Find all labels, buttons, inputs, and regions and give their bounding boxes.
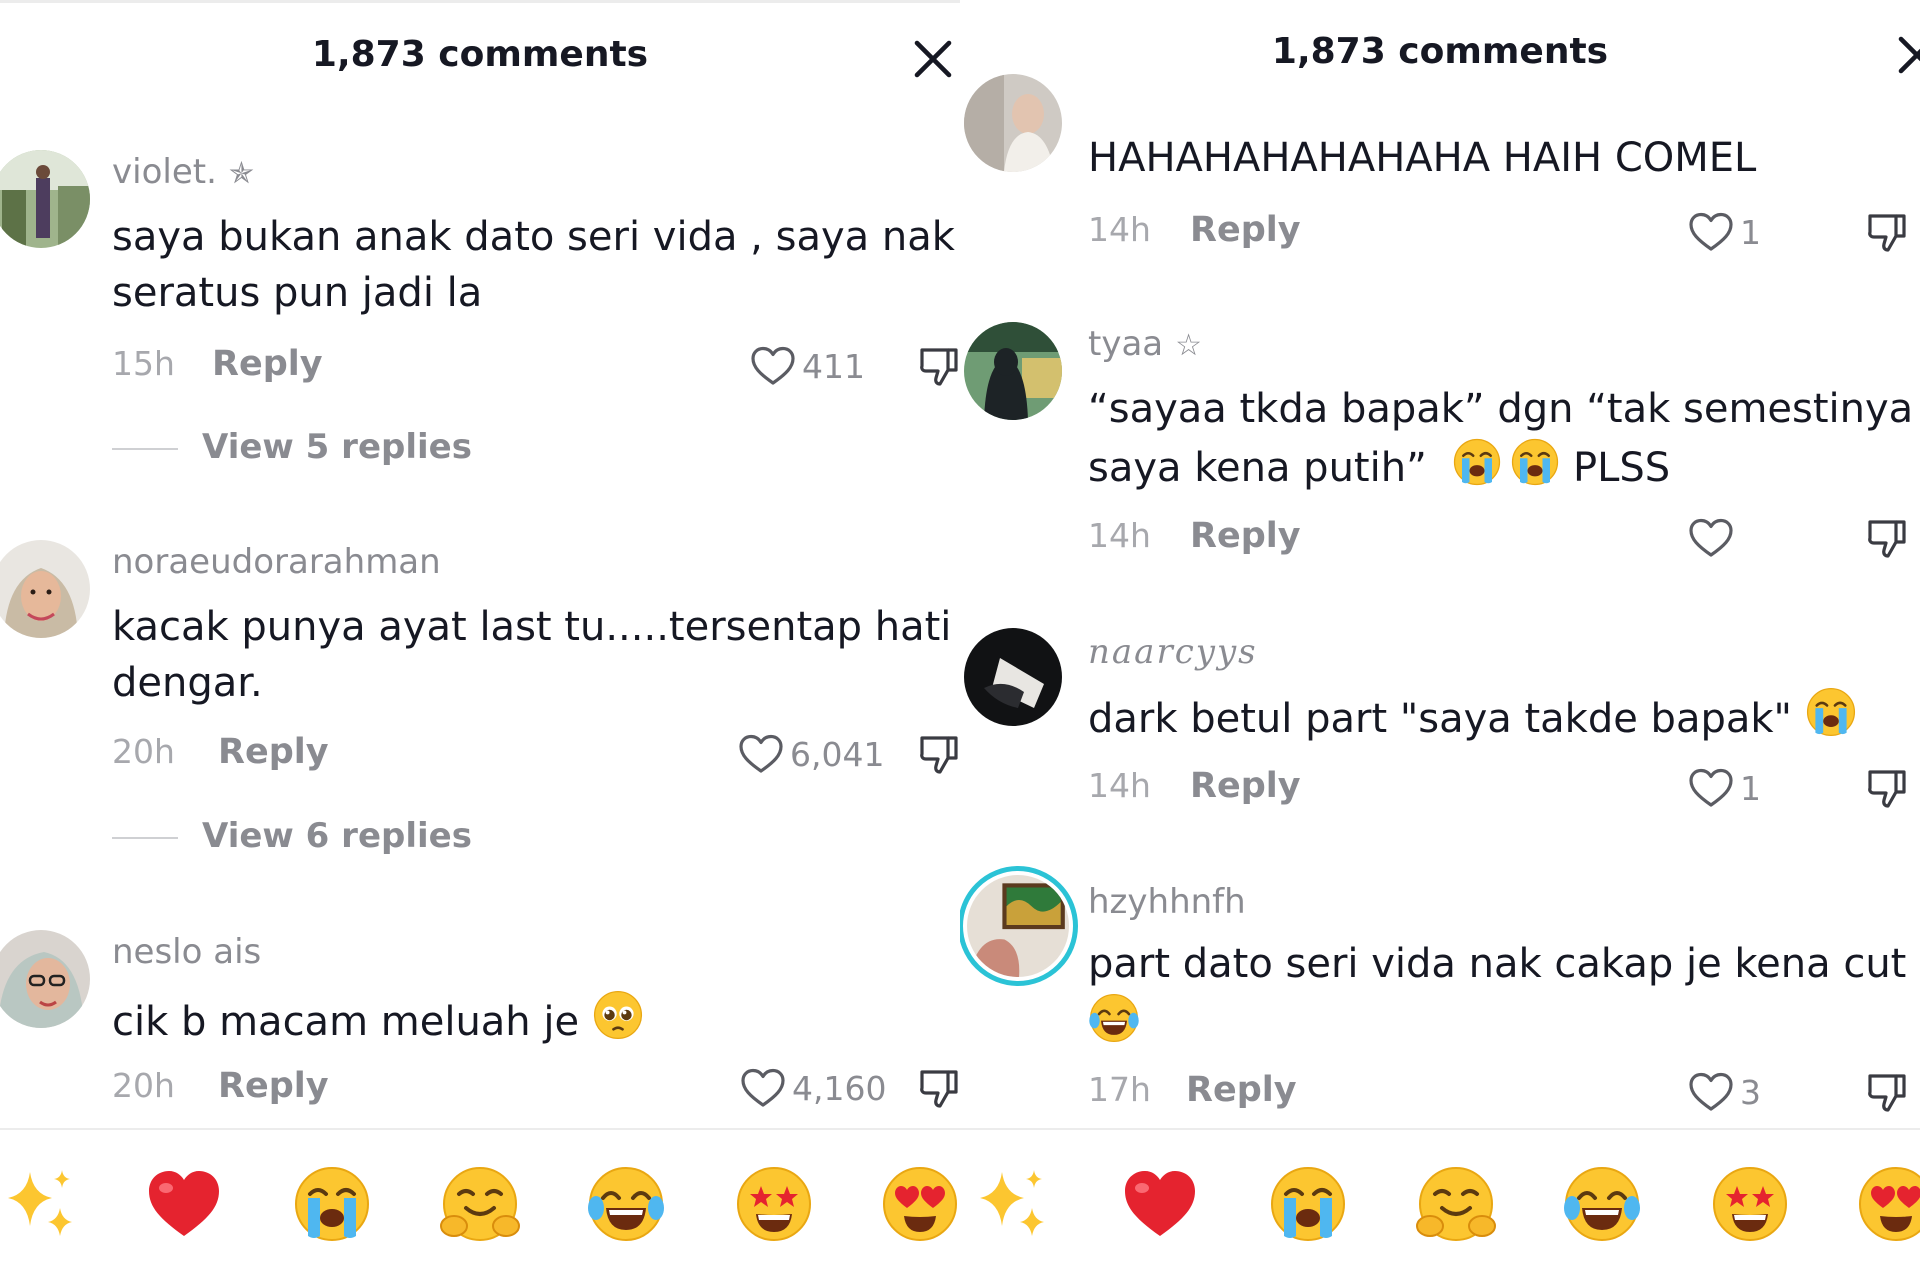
close-icon[interactable] [910,36,956,82]
comment-username[interactable]: noraeudorarahman [112,542,441,582]
dislike-icon[interactable] [1866,210,1908,254]
loudly-crying-face-icon[interactable] [292,1164,372,1244]
face-with-tears-of-joy-icon[interactable] [1562,1164,1642,1244]
loudly-crying-face-icon [1805,686,1857,738]
avatar[interactable] [0,150,90,248]
comment-meta: 20h Reply 6,041 [112,732,960,776]
reply-button[interactable]: Reply [1190,210,1301,250]
like-button[interactable]: 6,041 [738,732,884,776]
heart-icon [750,345,796,387]
comments-panel-left: 1,873 comments violet. ✯ saya bukan anak … [0,0,960,1280]
comment-text: kacak punya ayat last tu.....tersentap h… [112,604,952,706]
like-button[interactable]: 3 [1688,1070,1761,1114]
like-count: 6,041 [790,734,885,774]
comment-time: 14h [1088,516,1151,555]
avatar[interactable] [964,74,1062,172]
comment-meta: 14h Reply 1 [1088,766,1920,810]
like-button[interactable]: 4,160 [740,1066,886,1110]
dislike-icon[interactable] [1866,1070,1908,1114]
comment-time: 15h [112,344,175,383]
comment-username[interactable]: hzyhhnfh [1088,882,1246,922]
reply-button[interactable]: Reply [218,732,329,772]
comment-time: 17h [1088,1070,1151,1109]
reply-button[interactable]: Reply [212,344,323,384]
comment-text: dark betul part "saya takde bapak" [1088,686,1857,747]
avatar[interactable] [960,866,1078,986]
hugging-face-icon[interactable] [1416,1164,1496,1244]
comment-text: “sayaa tkda bapak” dgn “tak semestinya s… [1088,386,1914,491]
red-heart-icon[interactable] [144,1164,224,1244]
comment-text: saya bukan anak dato seri vida , saya na… [112,214,955,316]
comment-time: 20h [112,732,175,771]
reply-button[interactable]: Reply [1186,1070,1297,1110]
like-count: 1 [1740,212,1761,252]
comment-meta: 17h Reply 3 [1088,1070,1920,1114]
avatar[interactable] [0,540,90,638]
comment-meta: 14h Reply 1 [1088,210,1920,254]
comments-count-title: 1,873 comments [1271,31,1609,72]
loudly-crying-face-icon [1510,437,1560,487]
comment-username[interactable]: neslo ais [112,932,261,972]
like-button[interactable] [1688,516,1740,560]
sparkles-icon[interactable] [972,1164,1052,1244]
like-count: 411 [802,346,865,386]
comment-username[interactable]: violet. ✯ [112,152,254,192]
sparkles-icon[interactable] [0,1164,80,1244]
smiling-face-with-heart-eyes-icon[interactable] [1856,1164,1920,1244]
divider-line [112,837,178,839]
reply-button[interactable]: Reply [1190,516,1301,556]
emoji-quick-bar [0,1128,960,1280]
heart-icon [1688,517,1734,559]
smiling-face-with-heart-eyes-icon[interactable] [880,1164,960,1244]
face-with-tears-of-joy-icon [1088,992,1140,1044]
top-divider [0,0,960,3]
comment-time: 20h [112,1066,175,1105]
dislike-icon[interactable] [1866,516,1908,560]
divider-line [112,448,178,450]
loudly-crying-face-icon[interactable] [1268,1164,1348,1244]
comment-meta: 20h Reply 4,160 [112,1066,960,1110]
loudly-crying-face-icon [1452,437,1502,487]
dislike-icon[interactable] [1866,766,1908,810]
face-with-tears-of-joy-icon[interactable] [586,1164,666,1244]
like-count: 3 [1740,1072,1761,1112]
dislike-icon[interactable] [918,344,960,388]
heart-icon [740,1067,786,1109]
star-struck-icon[interactable] [1710,1164,1790,1244]
comment-text: part dato seri vida nak cakap je kena cu… [1088,936,1906,1053]
heart-icon [1688,767,1734,809]
comment-text: cik b macam meluah je [112,989,644,1050]
pleading-face-icon [592,989,644,1041]
hugging-face-icon[interactable] [440,1164,520,1244]
star-struck-icon[interactable] [734,1164,814,1244]
comments-count-title: 1,873 comments [311,34,649,75]
like-button[interactable]: 1 [1688,210,1761,254]
avatar[interactable] [964,628,1062,726]
reply-button[interactable]: Reply [218,1066,329,1106]
like-count: 4,160 [792,1068,887,1108]
close-icon[interactable] [1894,32,1920,78]
like-count: 1 [1740,768,1761,808]
avatar[interactable] [964,322,1062,420]
heart-icon [738,733,784,775]
comment-meta: 14h Reply [1088,516,1920,560]
like-button[interactable]: 411 [750,344,865,388]
dislike-icon[interactable] [918,732,960,776]
comment-username[interactable]: tyaa ☆ [1088,324,1202,364]
comment-text: HAHAHAHAHAHAHA HAIH COMEL [1088,135,1757,181]
comment-username[interactable]: naarcyys [1088,632,1258,672]
comment-time: 14h [1088,210,1151,249]
like-button[interactable]: 1 [1688,766,1761,810]
heart-icon [1688,211,1734,253]
emoji-quick-bar [960,1128,1920,1280]
dislike-icon[interactable] [918,1066,960,1110]
avatar[interactable] [0,930,90,1028]
red-heart-icon[interactable] [1120,1164,1200,1244]
comment-time: 14h [1088,766,1151,805]
comments-panel-right: 1,873 comments HAHAHAHAHAHAHA HAIH COMEL… [960,0,1920,1280]
heart-icon [1688,1071,1734,1113]
reply-button[interactable]: Reply [1190,766,1301,806]
comment-meta: 15h Reply 411 [112,344,960,388]
